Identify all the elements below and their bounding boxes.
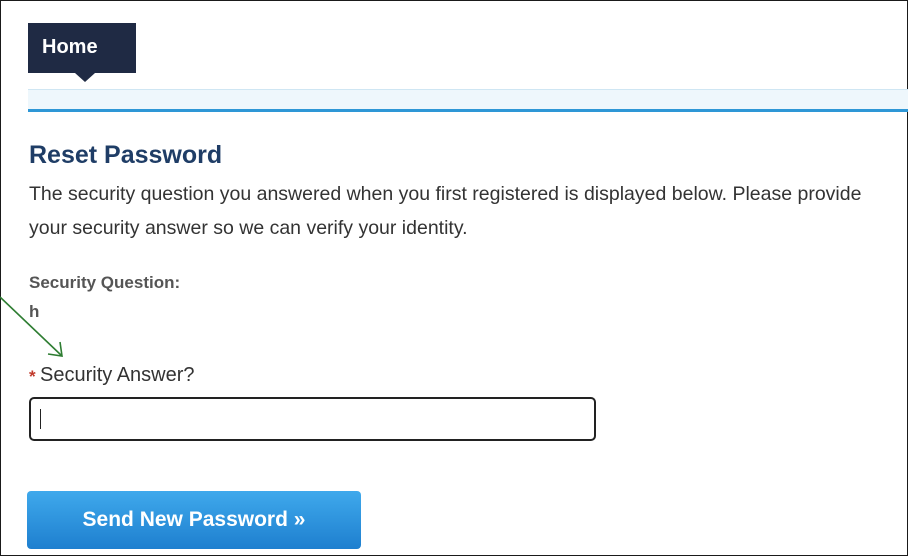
- send-new-password-button[interactable]: Send New Password »: [27, 491, 361, 549]
- nav-home-tab[interactable]: Home: [28, 23, 136, 73]
- intro-text: The security question you answered when …: [29, 183, 862, 239]
- security-answer-input[interactable]: [29, 397, 596, 441]
- page-title: Reset Password: [29, 141, 223, 169]
- nav-home-label: Home: [42, 36, 98, 58]
- required-marker: *: [29, 367, 36, 386]
- caret-down-icon: [75, 73, 95, 82]
- text-cursor: [40, 409, 41, 429]
- arrow-pointer-icon: [0, 296, 63, 357]
- page-frame: Home Reset Password The security questio…: [0, 0, 908, 556]
- nav-divider: [28, 109, 908, 112]
- security-question-label: Security Question:: [29, 273, 181, 292]
- security-answer-label: Security Answer?: [40, 364, 195, 386]
- nav-band: [28, 89, 908, 110]
